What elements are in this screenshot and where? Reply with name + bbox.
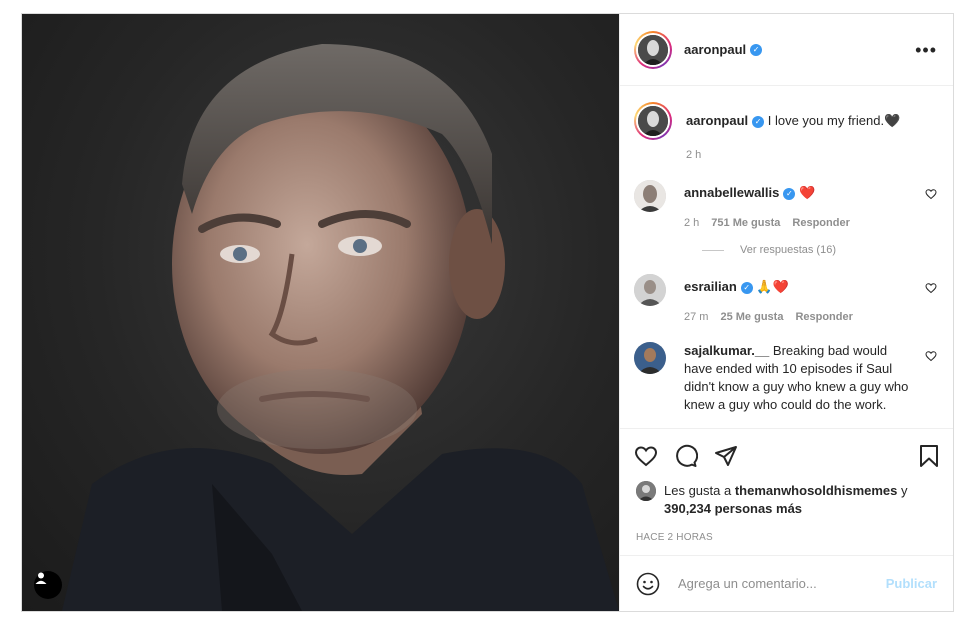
post-header: aaronpaul ✓ ••• [620,14,953,86]
comment-text: ❤️ [799,185,816,200]
comment-likes[interactable]: 751 Me gusta [711,214,780,232]
comment-icon[interactable] [674,444,698,468]
post-actions-bar [620,428,953,482]
like-comment-heart-icon[interactable] [925,188,937,200]
comment-time[interactable]: 2 h [684,214,699,232]
comment-username[interactable]: sajalkumar.__ [684,343,769,358]
portrait-image [62,44,619,611]
verified-badge-icon: ✓ [750,43,763,56]
view-replies-link[interactable]: Ver respuestas (16) [702,244,937,256]
caption: aaronpaul ✓ I love you my friend.🖤 2 h [634,102,937,164]
post-sidebar: aaronpaul ✓ ••• aaronpaul ✓ I love you my… [619,14,953,611]
commenter-avatar[interactable] [634,274,666,306]
liker-username[interactable]: themanwhosoldhismemes [735,483,898,498]
replies-divider [702,249,724,251]
black-heart-emoji: 🖤 [884,113,901,128]
post-card: aaronpaul ✓ ••• aaronpaul ✓ I love you my… [21,13,954,612]
share-send-icon[interactable] [714,444,738,468]
like-comment-heart-icon[interactable] [925,282,937,294]
comments-list[interactable]: aaronpaul ✓ I love you my friend.🖤 2 h an… [620,86,953,428]
commenter-avatar[interactable] [634,180,666,212]
post-photo[interactable] [22,14,619,611]
reply-button[interactable]: Responder [795,308,852,326]
view-replies-label[interactable]: Ver respuestas (16) [740,244,836,256]
comment-text: 🙏❤️ [756,279,789,294]
caption-text: I love you my friend. [767,113,885,128]
comment-username[interactable]: esrailian [684,279,737,294]
header-username[interactable]: aaronpaul [684,42,746,57]
verified-badge-icon: ✓ [740,281,753,294]
likes-prefix: Les gusta a [664,483,732,498]
comment-likes[interactable]: 25 Me gusta [720,308,783,326]
caption-story-ring[interactable] [634,102,672,140]
liker-avatar[interactable] [636,481,656,501]
comment-item: annabellewallis ✓ ❤️ 2 h 751 Me gusta Res… [634,180,937,232]
emoji-icon[interactable] [636,572,660,596]
story-ring[interactable] [634,30,672,69]
avatar [638,34,668,65]
verified-badge-icon: ✓ [752,115,765,128]
save-bookmark-icon[interactable] [917,444,941,468]
caption-avatar [638,106,668,136]
like-heart-icon[interactable] [634,444,658,468]
like-comment-heart-icon[interactable] [925,350,937,362]
likes-summary: Les gusta a themanwhosoldhismemes y 390,… [620,481,953,518]
comment-time[interactable]: 27 m [684,308,708,326]
comment-item: esrailian ✓ 🙏❤️ 27 m 25 Me gusta Responde… [634,274,937,326]
add-comment-bar: Publicar [620,555,953,611]
commenter-avatar[interactable] [634,342,666,374]
comment-input[interactable] [676,575,886,592]
likes-joiner: y [901,483,908,498]
comment-item: sajalkumar.__ Breaking bad would have en… [634,342,937,414]
user-icon [35,572,47,584]
caption-time[interactable]: 2 h [686,146,701,164]
caption-username[interactable]: aaronpaul [686,113,748,128]
verified-badge-icon: ✓ [783,187,796,200]
likes-count[interactable]: 390,234 personas más [664,501,802,516]
tagged-users-button[interactable] [34,571,62,599]
reply-button[interactable]: Responder [792,214,849,232]
more-options-icon[interactable]: ••• [915,41,937,59]
comment-username[interactable]: annabellewallis [684,185,779,200]
publish-button[interactable]: Publicar [886,576,937,591]
post-timestamp[interactable]: Hace 2 horas [620,518,953,555]
